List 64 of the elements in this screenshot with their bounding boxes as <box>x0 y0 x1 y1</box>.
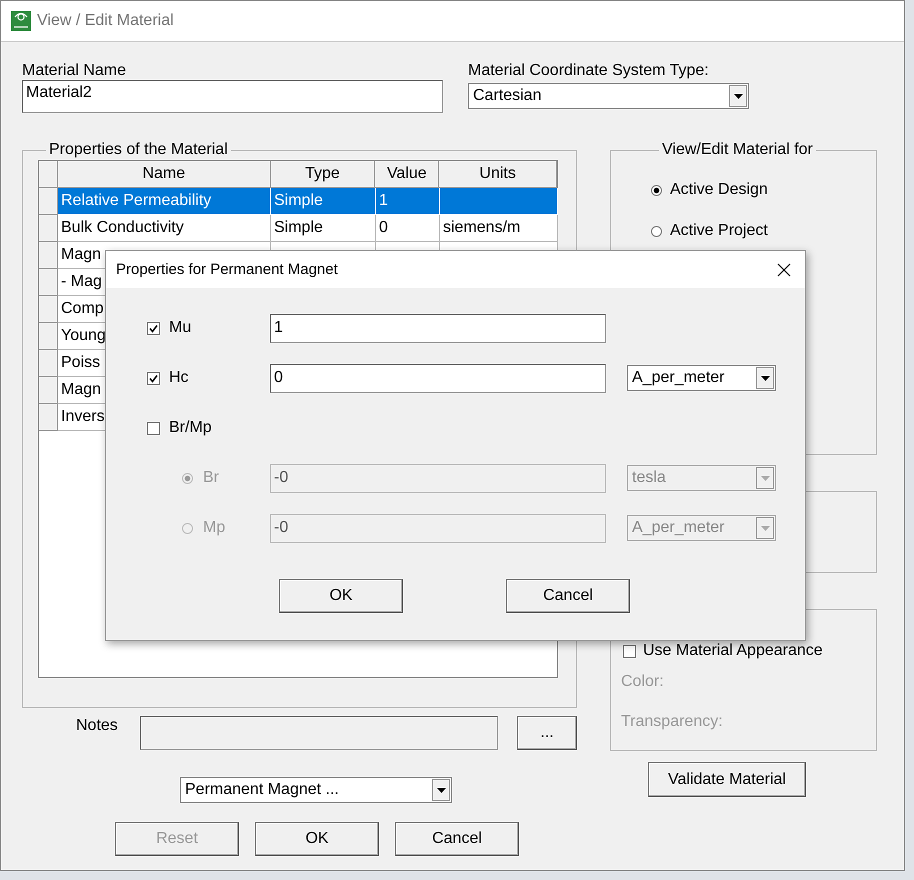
column-header[interactable]: Type <box>270 161 376 188</box>
row-header[interactable] <box>39 242 58 269</box>
text-field[interactable]: Material2 <box>22 80 443 113</box>
caret-icon <box>760 376 770 380</box>
table-cell: Relative Permeability <box>58 188 271 215</box>
dropdown[interactable]: Cartesian <box>468 83 749 109</box>
caret-icon <box>734 94 742 98</box>
table-cell: 0 <box>376 215 440 242</box>
row-header[interactable] <box>39 404 58 431</box>
app-icon <box>11 11 31 31</box>
row-header[interactable] <box>39 215 58 242</box>
table-row[interactable]: Relative Permeability Simple 1 <box>58 188 558 215</box>
radio-button[interactable] <box>651 226 662 236</box>
field-label: Transparency: <box>621 713 724 731</box>
radio-button[interactable] <box>651 184 662 196</box>
more-button[interactable]: ... <box>517 716 577 750</box>
dialog-button[interactable]: OK <box>279 579 403 613</box>
dropdown[interactable]: A_per_meter <box>627 365 776 391</box>
dialog-button[interactable]: OK <box>255 822 379 856</box>
table-cell: Simple <box>271 188 376 215</box>
column-header[interactable]: Units <box>439 161 558 188</box>
dialog-button[interactable]: Cancel <box>506 579 630 613</box>
check-icon <box>149 324 158 332</box>
caret-icon <box>436 788 446 792</box>
option-label: Active Design <box>670 181 768 199</box>
table-cell: 1 <box>376 188 440 215</box>
row-header[interactable] <box>39 350 58 377</box>
table-row[interactable]: Bulk Conductivity Simple 0 siemens/m <box>58 215 558 242</box>
field-label: Color: <box>621 673 665 691</box>
option-label: Mp <box>203 519 226 537</box>
column-header[interactable]: Value <box>375 161 440 188</box>
caret-icon <box>760 476 770 480</box>
check-icon <box>149 374 158 382</box>
group-title: View/Edit Material for <box>661 141 814 159</box>
row-header[interactable] <box>39 323 58 350</box>
row-header[interactable] <box>39 269 58 296</box>
row-header[interactable] <box>39 188 58 215</box>
validate-button[interactable]: Validate Material <box>648 762 806 797</box>
option-label: Br <box>203 469 219 487</box>
row-header <box>39 161 58 188</box>
table-cell: Bulk Conductivity <box>58 215 271 242</box>
checkbox[interactable] <box>147 322 160 334</box>
dropdown[interactable]: Permanent Magnet ... <box>180 777 452 803</box>
option-label: Active Project <box>670 222 768 240</box>
text-field[interactable]: 1 <box>270 314 606 342</box>
close-icon <box>777 262 791 276</box>
field-label: Material Name <box>22 61 128 80</box>
notes-field[interactable] <box>140 716 498 750</box>
group-title: Properties of the Material <box>48 141 229 159</box>
table-cell: siemens/m <box>440 215 558 242</box>
text-field[interactable]: 0 <box>270 364 606 392</box>
checkbox[interactable] <box>623 644 636 658</box>
field-label: Notes <box>76 717 119 735</box>
caret-icon <box>760 526 770 530</box>
window-title: View / Edit Material <box>37 12 174 30</box>
checkbox[interactable] <box>147 372 160 384</box>
checkbox-label: Use Material Appearance <box>643 642 823 660</box>
checkbox[interactable] <box>147 422 160 434</box>
row-header[interactable] <box>39 296 58 323</box>
table-cell: Simple <box>271 215 376 242</box>
field-label: Material Coordinate System Type: <box>468 61 710 80</box>
column-header[interactable]: Name <box>58 161 271 188</box>
dialog-button[interactable]: Cancel <box>395 822 519 856</box>
row-header[interactable] <box>39 377 58 404</box>
